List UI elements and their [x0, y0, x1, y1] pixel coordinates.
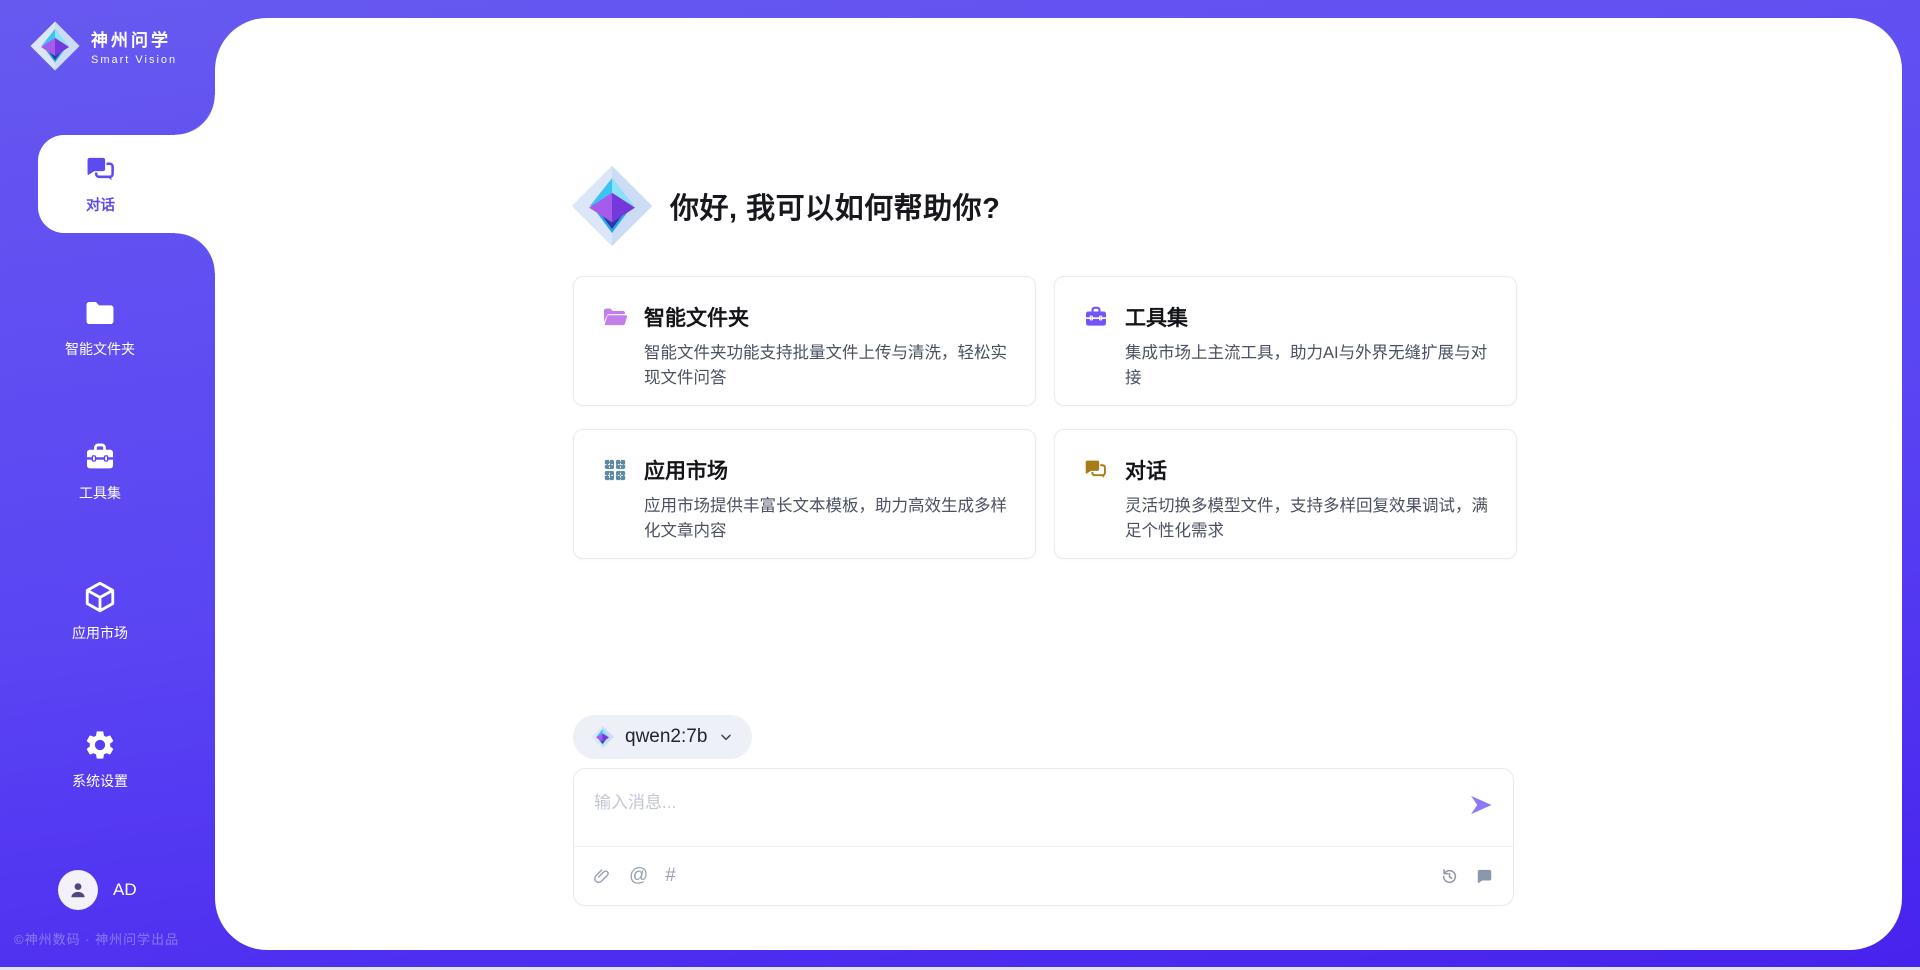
- brand-subtitle: Smart Vision: [91, 54, 177, 66]
- toolbox-icon: [83, 440, 117, 474]
- card-title: 对话: [1125, 455, 1167, 485]
- new-chat-button[interactable]: [1475, 867, 1494, 886]
- brand: 神州问学 Smart Vision: [30, 20, 177, 72]
- sidebar: 神州问学 Smart Vision 对话 智能文件夹: [0, 0, 215, 970]
- send-button[interactable]: [1464, 789, 1498, 823]
- history-button[interactable]: [1440, 867, 1459, 886]
- avatar: [58, 870, 98, 910]
- main-panel: 你好, 我可以如何帮助你? 智能文件夹 智能文件夹功能支持批量文件上传与清洗，轻…: [215, 18, 1902, 950]
- copyright: ©神州数码 · 神州问学出品: [14, 929, 179, 948]
- brand-text: 神州问学 Smart Vision: [91, 26, 177, 66]
- hero: 你好, 我可以如何帮助你?: [571, 164, 1000, 248]
- folder-icon: [83, 296, 117, 330]
- chat-bubbles-icon: [1083, 457, 1109, 483]
- user-name: AD: [113, 880, 137, 900]
- sidebar-item-label: 应用市场: [72, 623, 128, 643]
- sidebar-item-chat[interactable]: 对话: [38, 135, 215, 233]
- mention-button[interactable]: @: [629, 865, 648, 887]
- card-description: 集成市场上主流工具，助力AI与外界无缝扩展与对接: [1125, 341, 1488, 391]
- card-description: 应用市场提供丰富长文本模板，助力高效生成多样化文章内容: [644, 494, 1007, 544]
- attach-button[interactable]: [593, 867, 612, 886]
- app-window: 神州问学 Smart Vision 对话 智能文件夹: [0, 0, 1920, 970]
- cube-icon: [83, 580, 117, 614]
- apps-grid-icon: [602, 457, 628, 483]
- card-title: 应用市场: [644, 455, 728, 485]
- feature-card-smart-folders[interactable]: 智能文件夹 智能文件夹功能支持批量文件上传与清洗，轻松实现文件问答: [573, 276, 1036, 406]
- sidebar-item-label: 工具集: [79, 483, 121, 503]
- history-icon: [1440, 867, 1459, 886]
- model-name: qwen2:7b: [625, 726, 707, 748]
- gear-icon: [83, 728, 117, 762]
- feature-cards: 智能文件夹 智能文件夹功能支持批量文件上传与清洗，轻松实现文件问答: [573, 276, 1517, 559]
- sidebar-item-toolset[interactable]: 工具集: [0, 440, 200, 503]
- sidebar-item-smart-folders[interactable]: 智能文件夹: [0, 296, 200, 359]
- feature-card-chat[interactable]: 对话 灵活切换多模型文件，支持多样回复效果调试，满足个性化需求: [1054, 429, 1517, 559]
- model-selector[interactable]: qwen2:7b: [573, 715, 752, 759]
- sidebar-item-settings[interactable]: 系统设置: [0, 728, 200, 791]
- card-description: 智能文件夹功能支持批量文件上传与清洗，轻松实现文件问答: [644, 341, 1007, 391]
- chat-bubble-icon: [1475, 867, 1494, 886]
- greeting-title: 你好, 我可以如何帮助你?: [670, 185, 1000, 227]
- card-description: 灵活切换多模型文件，支持多样回复效果调试，满足个性化需求: [1125, 494, 1488, 544]
- card-title: 智能文件夹: [644, 302, 749, 332]
- send-icon: [1467, 791, 1495, 819]
- chevron-down-icon: [718, 729, 734, 745]
- chat-bubbles-icon: [84, 153, 118, 187]
- composer-toolbar: @ #: [574, 846, 1513, 905]
- sidebar-item-label: 智能文件夹: [65, 339, 135, 359]
- toolbox-icon: [1083, 304, 1109, 330]
- folder-open-icon: [602, 304, 628, 330]
- user-profile[interactable]: AD: [58, 870, 137, 910]
- card-title: 工具集: [1125, 302, 1188, 332]
- sidebar-item-label: 对话: [86, 194, 115, 215]
- paperclip-icon: [593, 867, 612, 886]
- sidebar-item-label: 系统设置: [72, 771, 128, 791]
- brand-logo-icon: [30, 20, 80, 72]
- composer: @ #: [573, 768, 1514, 906]
- feature-card-app-market[interactable]: 应用市场 应用市场提供丰富长文本模板，助力高效生成多样化文章内容: [573, 429, 1036, 559]
- person-icon: [66, 878, 90, 902]
- feature-card-toolset[interactable]: 工具集 集成市场上主流工具，助力AI与外界无缝扩展与对接: [1054, 276, 1517, 406]
- sidebar-item-app-market[interactable]: 应用市场: [0, 580, 200, 643]
- model-logo-icon: [591, 725, 614, 749]
- message-input[interactable]: [574, 769, 1423, 843]
- assistant-logo-icon: [571, 164, 653, 248]
- topic-button[interactable]: #: [665, 865, 676, 887]
- brand-name: 神州问学: [91, 26, 177, 51]
